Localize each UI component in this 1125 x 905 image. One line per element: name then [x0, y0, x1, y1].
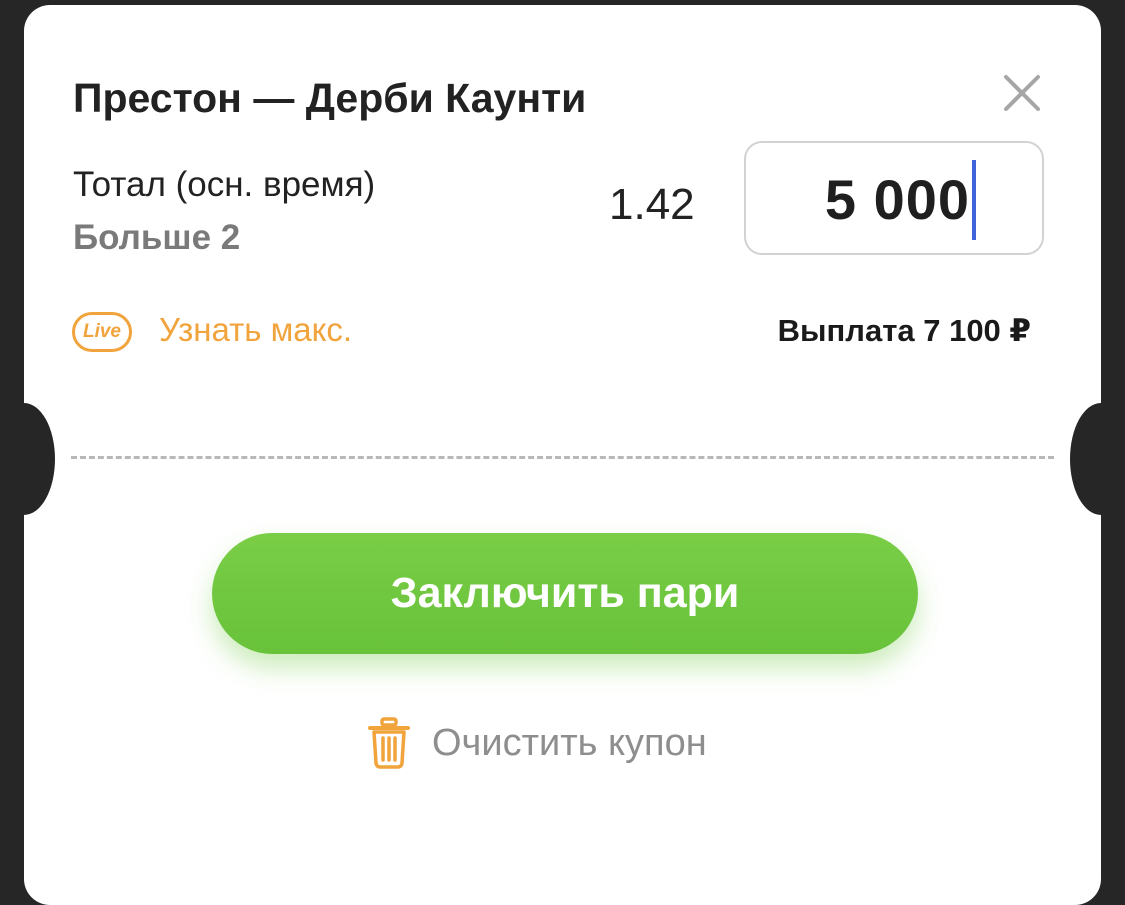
- close-button[interactable]: [1000, 71, 1044, 115]
- text-caret: [972, 160, 976, 240]
- trash-icon: [368, 717, 410, 769]
- dashed-divider: [71, 456, 1054, 459]
- stake-amount: 5 000: [824, 168, 970, 231]
- close-icon: [1004, 75, 1040, 111]
- match-title: Престон — Дерби Каунти: [73, 75, 587, 121]
- clear-coupon-button[interactable]: Очистить купон: [368, 715, 707, 771]
- stake-input[interactable]: 5 000: [744, 141, 1044, 255]
- ticket-notch-right: [1070, 403, 1101, 515]
- clear-coupon-label: Очистить купон: [432, 721, 707, 764]
- place-bet-button[interactable]: Заключить пари: [212, 533, 918, 654]
- live-badge: Live: [72, 312, 132, 352]
- ticket-notch-left: [24, 403, 55, 515]
- market-name: Тотал (осн. время): [73, 165, 376, 204]
- bet-coupon-card: Престон — Дерби Каунти Тотал (осн. время…: [24, 5, 1101, 905]
- odds-value: 1.42: [609, 180, 695, 229]
- payout-amount: Выплата 7 100 ₽: [777, 313, 1031, 348]
- max-stake-link[interactable]: Узнать макс.: [159, 311, 352, 349]
- outcome-name: Больше 2: [73, 218, 241, 257]
